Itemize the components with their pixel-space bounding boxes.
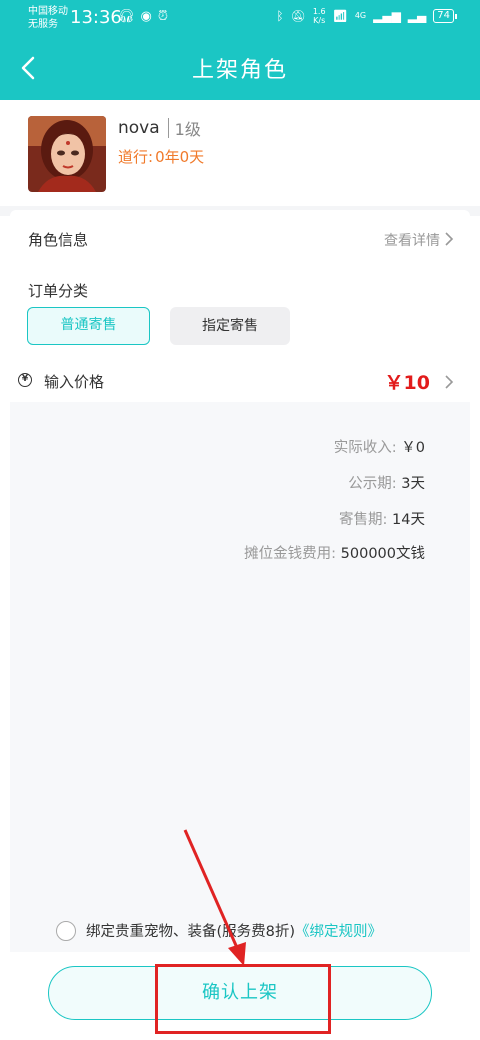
mute-bell-icon: 🔕︎ <box>290 9 306 23</box>
consignment-period-label: 寄售期: <box>339 512 388 528</box>
stall-fee-row: 摊位金钱费用: 500000文钱 <box>244 542 425 563</box>
signal-bars-icon-2: ▂▄ <box>407 9 427 23</box>
yen-coin-icon: ¥ <box>18 373 32 387</box>
order-type-designated-button[interactable]: 指定寄售 <box>170 307 290 345</box>
carrier-info: 中国移动 无服务 <box>28 5 68 31</box>
order-type-label: 订单分类 <box>28 282 89 300</box>
status-icons-right: ᛒ 🔕︎ 1.6 K/s 📶︎ 4G ▂▄▆ ▂▄ 74 <box>276 7 457 25</box>
bind-option-row: 绑定贵重宠物、装备(服务费8折) 《绑定规则》 <box>56 920 382 941</box>
network-speed-value: 1.6 <box>312 7 326 16</box>
status-bar: 中国移动 无服务 13:36 🎧︎ ◉ ⏰︎ ᛒ 🔕︎ 1.6 K/s 📶︎ 4… <box>0 0 480 36</box>
actual-income-row: 实际收入: ￥0 <box>334 436 425 457</box>
bind-rules-link[interactable]: 《绑定规则》 <box>295 920 382 941</box>
role-info-label: 角色信息 <box>28 231 89 249</box>
alarm-icon: ⏰︎ <box>157 9 168 24</box>
carrier-name: 中国移动 <box>28 6 68 17</box>
page-title: 上架角色 <box>191 58 288 83</box>
publicity-period-label: 公示期: <box>348 476 397 492</box>
section-divider <box>0 206 480 216</box>
character-level: 1级 <box>174 120 201 139</box>
character-card: nova 1级 道行: 0年0天 <box>0 100 480 212</box>
price-input-row[interactable]: ¥ 输入价格 ￥10 <box>10 362 470 402</box>
bind-radio[interactable] <box>56 920 76 941</box>
chevron-right-icon <box>445 375 454 389</box>
consignment-period-value: 14天 <box>392 512 425 528</box>
actual-income-value: ￥0 <box>401 440 425 456</box>
view-details-link[interactable]: 查看详情 <box>384 230 440 250</box>
status-icons-left: 🎧︎ ◉ ⏰︎ <box>118 8 168 26</box>
wifi-icon: 📶︎ <box>332 9 348 23</box>
signal-label: 4G <box>354 11 367 20</box>
price-label: 输入价格 <box>44 373 105 391</box>
name-divider <box>167 118 169 138</box>
status-time: 13:36 <box>70 7 122 28</box>
character-avatar <box>28 116 106 192</box>
battery-icon: 74 <box>433 9 457 23</box>
network-speed-unit: K/s <box>313 16 326 25</box>
daoxing-label: 道行: <box>118 148 154 166</box>
character-name: nova <box>118 118 160 138</box>
consignment-period-row: 寄售期: 14天 <box>339 508 425 529</box>
chevron-right-icon <box>445 232 454 246</box>
network-speed: 1.6 K/s <box>313 7 326 25</box>
role-info-row[interactable]: 角色信息 查看详情 <box>10 216 470 262</box>
publicity-period-value: 3天 <box>401 476 425 492</box>
annotation-highlight-box <box>155 964 331 1034</box>
price-value[interactable]: ￥10 <box>385 368 430 395</box>
stall-fee-label: 摊位金钱费用: <box>244 546 337 562</box>
daoxing-value: 0年0天 <box>155 148 205 166</box>
headphones-icon: 🎧︎ <box>118 9 135 24</box>
character-daoxing: 道行: 0年0天 <box>118 146 204 167</box>
publicity-period-row: 公示期: 3天 <box>348 472 425 493</box>
app-header-bar: 中国移动 无服务 13:36 🎧︎ ◉ ⏰︎ ᛒ 🔕︎ 1.6 K/s 📶︎ 4… <box>0 0 480 100</box>
bluetooth-icon: ᛒ <box>276 9 284 23</box>
carrier-service: 无服务 <box>28 19 58 30</box>
signal-bars-icon: ▂▄▆ <box>373 9 401 23</box>
actual-income-label: 实际收入: <box>333 440 397 456</box>
nav-header: 上架角色 <box>0 40 480 96</box>
character-portrait-icon <box>28 116 106 192</box>
eye-icon: ◉ <box>140 9 152 24</box>
stall-fee-value: 500000文钱 <box>340 546 425 562</box>
order-type-normal-button[interactable]: 普通寄售 <box>27 307 150 345</box>
character-name-row: nova 1级 <box>118 116 201 140</box>
bind-option-text: 绑定贵重宠物、装备(服务费8折) <box>86 924 296 940</box>
